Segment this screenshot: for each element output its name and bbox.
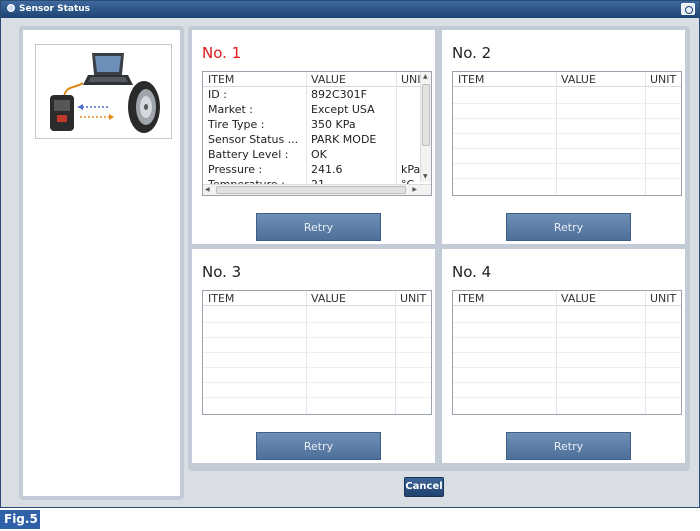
vertical-scrollbar[interactable]: ▲ ▼ [420, 72, 431, 182]
left-panel [19, 26, 184, 500]
table-header: ITEM VALUE UNIT [453, 72, 681, 87]
column-value: VALUE [561, 73, 596, 86]
column-value: VALUE [311, 292, 346, 305]
retry-button[interactable]: Retry [256, 432, 381, 460]
column-item: ITEM [458, 73, 485, 86]
window-control-button[interactable] [681, 3, 695, 15]
column-value: VALUE [561, 292, 596, 305]
retry-button[interactable]: Retry [506, 213, 631, 241]
sensor-grid: No. 1 ITEM VALUE UNI ID : 892C301F Marke… [188, 26, 690, 471]
sensor-panel-1: No. 1 ITEM VALUE UNI ID : 892C301F Marke… [192, 30, 435, 244]
scroll-left-arrow-icon[interactable]: ◀ [205, 186, 210, 194]
sensor-data-table[interactable]: ITEM VALUE UNI ID : 892C301F Market : Ex… [202, 71, 432, 196]
column-item: ITEM [208, 292, 235, 305]
column-item: ITEM [208, 73, 235, 86]
row-unit: kPa [401, 163, 421, 176]
tpms-tool-laptop-tire-image [50, 53, 160, 133]
row-value: 350 KPa [311, 118, 356, 131]
row-item: Pressure : [208, 163, 263, 176]
cancel-button[interactable]: Cancel [404, 477, 444, 497]
row-value: 892C301F [311, 88, 367, 101]
sensor-status-window: Sensor Status No. 1 ITEM VALUE UNI ID: … [0, 0, 700, 508]
column-unit: UNIT [650, 73, 677, 86]
sensor-data-table[interactable]: ITEM VALUE UNIT [452, 71, 682, 196]
title-bar: Sensor Status [1, 1, 699, 18]
row-item: Sensor Status ... [208, 133, 299, 146]
sensor-data-table[interactable]: ITEM VALUE UNIT [452, 290, 682, 415]
column-value: VALUE [311, 73, 346, 86]
row-item: Tire Type : [208, 118, 265, 131]
sensor-title: No. 4 [452, 263, 492, 281]
row-item: Market : [208, 103, 254, 116]
window-title: Sensor Status [19, 4, 91, 14]
sensor-data-table[interactable]: ITEM VALUE UNIT [202, 290, 432, 415]
row-item: Battery Level : [208, 148, 289, 161]
scroll-right-arrow-icon[interactable]: ▶ [412, 186, 417, 194]
sensor-title: No. 1 [202, 44, 242, 62]
row-value: 241.6 [311, 163, 343, 176]
sensor-panel-4: No. 4 ITEM VALUE UNIT Retry [442, 249, 685, 463]
app-icon [7, 4, 15, 12]
table-header: ITEM VALUE UNIT [453, 291, 681, 306]
row-value: PARK MODE [311, 133, 377, 146]
scroll-down-arrow-icon[interactable]: ▼ [423, 173, 428, 181]
sensor-panel-2: No. 2 ITEM VALUE UNIT Retry [442, 30, 685, 244]
vertical-scroll-thumb[interactable] [422, 84, 430, 146]
sensor-panel-3: No. 3 ITEM VALUE UNIT Retry [192, 249, 435, 463]
row-value: OK [311, 148, 327, 161]
table-header: ITEM VALUE UNIT [203, 291, 431, 306]
scroll-up-arrow-icon[interactable]: ▲ [423, 73, 428, 81]
column-unit: UNI [401, 73, 421, 86]
column-unit: UNIT [650, 292, 677, 305]
retry-button[interactable]: Retry [256, 213, 381, 241]
figure-label: Fig.5 [0, 510, 40, 529]
sensor-title: No. 3 [202, 263, 242, 281]
horizontal-scrollbar[interactable]: ◀ ▶ [203, 184, 431, 195]
connection-illustration [35, 44, 172, 139]
row-value: Except USA [311, 103, 375, 116]
retry-button[interactable]: Retry [506, 432, 631, 460]
row-item: ID : [208, 88, 227, 101]
column-item: ITEM [458, 292, 485, 305]
horizontal-scroll-thumb[interactable] [216, 186, 406, 194]
sensor-title: No. 2 [452, 44, 492, 62]
column-unit: UNIT [400, 292, 427, 305]
